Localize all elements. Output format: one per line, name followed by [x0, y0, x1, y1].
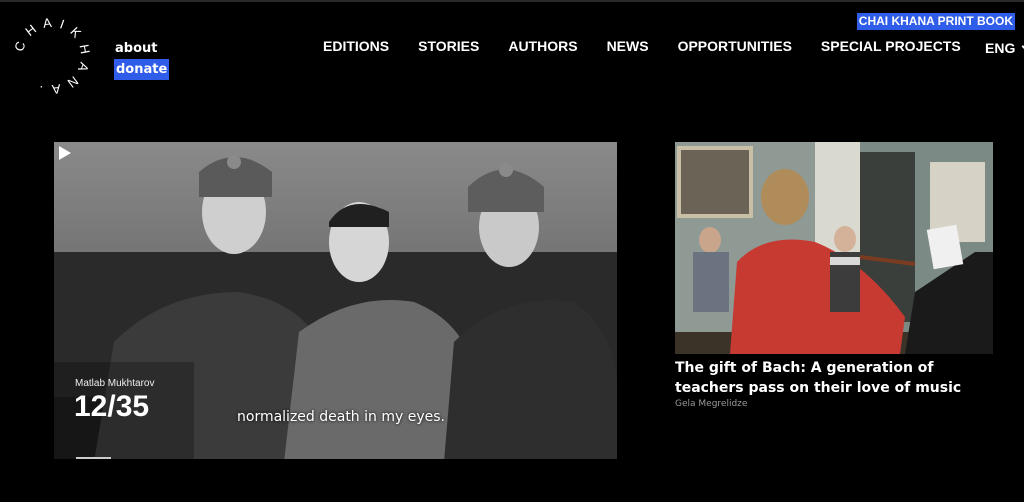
main-nav: EDITIONS STORIES AUTHORS NEWS OPPORTUNIT… [323, 38, 990, 54]
nav-stories[interactable]: STORIES [418, 38, 479, 54]
hero-photo-credit: Matlab Mukhtarov [75, 378, 155, 389]
nav-special-projects[interactable]: SPECIAL PROJECTS [821, 38, 961, 54]
top-border [0, 0, 1024, 2]
chaikhana-logo[interactable]: C H A I K H A N A · [11, 15, 91, 98]
nav-opportunities[interactable]: OPPORTUNITIES [678, 38, 792, 54]
donate-link[interactable]: donate [114, 59, 170, 80]
language-label: ENG [985, 40, 1016, 56]
nav-editions[interactable]: EDITIONS [323, 38, 389, 54]
featured-story-author[interactable]: Gela Megrelidze [675, 399, 993, 409]
hero-slideshow[interactable]: Matlab Mukhtarov 12/35 normalized death … [54, 142, 617, 459]
chaikhana-logo-ring: C H A I K H A N A · [11, 15, 91, 98]
language-selector[interactable]: ENG [985, 40, 1024, 56]
featured-story-card[interactable]: The gift of Bach: A generation of teache… [675, 142, 993, 409]
hero-subtitle: normalized death in my eyes. [237, 409, 445, 425]
side-links: about donate [114, 38, 170, 80]
play-icon[interactable] [54, 142, 74, 164]
featured-story-title[interactable]: The gift of Bach: A generation of teache… [675, 358, 993, 398]
featured-photo [675, 142, 993, 354]
slide-counter: 12/35 [74, 390, 150, 423]
print-book-link[interactable]: CHAI KHANA PRINT BOOK [856, 13, 1015, 30]
about-link[interactable]: about [115, 38, 169, 59]
nav-authors[interactable]: AUTHORS [508, 38, 577, 54]
svg-text:C H A I K H A N A ·: C H A I K H A N A · [14, 18, 90, 94]
progress-line [76, 457, 111, 459]
featured-story-image[interactable] [675, 142, 993, 354]
nav-news[interactable]: NEWS [607, 38, 649, 54]
